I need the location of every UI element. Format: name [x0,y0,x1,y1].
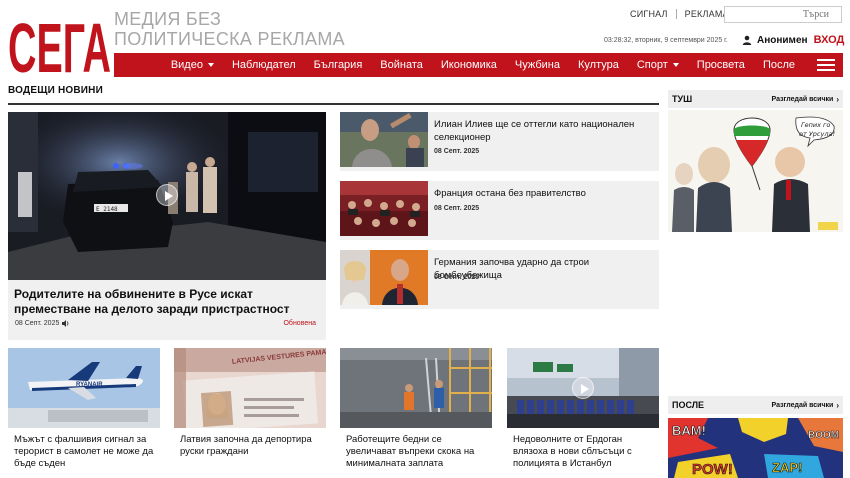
nav-item-war[interactable]: Войната [380,59,423,71]
ads-link[interactable]: РЕКЛАМА [685,9,729,19]
side-article-image[interactable] [340,250,428,305]
nav-item-after[interactable]: После [763,59,795,71]
side-article-date: 08 Септ. 2025 [434,274,480,281]
side-article-title[interactable]: Илиан Илиев ще се оттегли като национале… [434,118,649,144]
plate-text: Е 2148 [96,206,118,213]
news-card[interactable]: Работещите бедни се увеличават въпреки с… [340,348,492,478]
comic-word: BAM! [672,423,706,438]
hamburger-menu-icon[interactable] [817,59,835,71]
posle-view-all-link[interactable]: Разгледай всички › [772,401,839,410]
nav-item-video[interactable]: Видео [171,59,214,71]
tush-view-all-link[interactable]: Разгледай всички › [772,95,839,104]
user-icon [742,35,752,45]
view-all-label: Разгледай всички [771,401,834,409]
card-title[interactable]: Недоволните от Ердоган влязоха в нови сб… [507,428,659,470]
comic-word: ZAP! [772,460,802,475]
play-video-icon[interactable] [156,184,178,206]
card-image[interactable]: RYANAIR [8,348,160,428]
section-divider [8,103,659,105]
posle-header: ПОСЛЕ Разгледай всички › [668,396,843,414]
feature-meta: 08 Септ. 2025 [15,320,70,327]
card-title[interactable]: Мъжът с фалшивия сигнал за терорист в са… [8,428,160,470]
section-title: ВОДЕЩИ НОВИНИ [8,85,103,96]
side-article[interactable]: Германия започва ударно да строи бомбоуб… [340,250,659,309]
nav-label: Видео [170,59,203,71]
card-image[interactable]: LATVIJAS VESTURES PAMATJAUTAJUMI [174,348,326,428]
tush-header: ТУШ Разгледай всички › [668,90,843,108]
login-link[interactable]: ВХОД [814,34,845,46]
cartoon-caption-1: Гепих го [801,121,830,129]
card-title[interactable]: Латвия започна да депортира руски гражда… [174,428,326,458]
tagline: МЕДИЯ БЕЗ ПОЛИТИЧЕСКА РЕКЛАМА [114,9,345,49]
feature-headline[interactable]: Родителите на обвинените в Русе искат пр… [8,280,326,317]
play-video-icon[interactable] [572,377,594,399]
main-nav: Видео Наблюдател България Войната Иконом… [114,53,843,77]
side-article-date: 08 Септ. 2025 [434,205,480,212]
nav-label: Спорт [636,59,668,71]
airline-text: RYANAIR [76,382,103,388]
feature-image[interactable]: Е 2148 [8,112,326,280]
nav-item-economy[interactable]: Икономика [441,59,497,71]
nav-item-sport[interactable]: Спорт [637,59,679,71]
top-links: СИГНАЛ РЕКЛАМА [630,9,729,19]
comic-word: BOOM [808,430,839,441]
tagline-line-2: ПОЛИТИЧЕСКА РЕКЛАМА [114,29,345,49]
posle-comic-image[interactable]: BAM! POW! ZAP! BOOM [668,418,843,478]
site-logo[interactable]: СЕГА [8,8,111,77]
chevron-right-icon: › [836,400,839,410]
search-input[interactable] [725,9,829,20]
caret-down-icon [207,63,214,67]
tagline-line-1: МЕДИЯ БЕЗ [114,9,222,29]
card-image[interactable] [340,348,492,428]
user-name: Анонимен [757,34,808,46]
cartoon-caption-2: от Урсула! [799,130,835,138]
comic-word: POW! [692,461,733,478]
tush-cartoon[interactable]: Гепих го от Урсула! [668,110,843,232]
divider [675,9,677,19]
nav-item-observer[interactable]: Наблюдател [232,59,296,71]
logo-text: СЕГА [8,9,111,77]
nav-item-world[interactable]: Чужбина [515,59,560,71]
news-card[interactable]: Недоволните от Ердоган влязоха в нови сб… [507,348,659,478]
user-area: Анонимен ВХОД [742,34,844,46]
side-article-image[interactable] [340,112,428,167]
chevron-right-icon: › [836,94,839,104]
caret-down-icon [672,63,679,67]
nav-item-education[interactable]: Просвета [697,59,745,71]
signal-link[interactable]: СИГНАЛ [630,9,668,19]
updated-badge: Обновена [283,320,316,327]
current-datetime: 03:28:32, вторник, 9 септември 2025 г. [604,37,728,44]
nav-item-bulgaria[interactable]: България [314,59,363,71]
feature-date: 08 Септ. 2025 [15,320,60,327]
side-article[interactable]: Франция остана без правителство 08 Септ.… [340,181,659,240]
search-box[interactable] [724,6,842,23]
side-article-image[interactable] [340,181,428,236]
view-all-label: Разгледай всички [771,95,834,103]
side-article-date: 08 Септ. 2025 [434,148,480,155]
nav-item-culture[interactable]: Култура [578,59,619,71]
card-image[interactable] [507,348,659,428]
card-title[interactable]: Работещите бедни се увеличават въпреки с… [340,428,492,470]
news-card[interactable]: RYANAIR Мъжът с фалшивия сигнал за терор… [8,348,160,478]
posle-title: ПОСЛЕ [672,400,705,410]
side-article[interactable]: Илиан Илиев ще се оттегли като национале… [340,112,659,171]
feature-article[interactable]: Е 2148 Родителите на обвинените в Русе и… [8,112,326,340]
side-article-title[interactable]: Франция остана без правителство [434,187,649,200]
news-card[interactable]: LATVIJAS VESTURES PAMATJAUTAJUMI Латвия … [174,348,326,478]
tush-title: ТУШ [672,94,693,104]
audio-icon[interactable] [62,320,70,327]
